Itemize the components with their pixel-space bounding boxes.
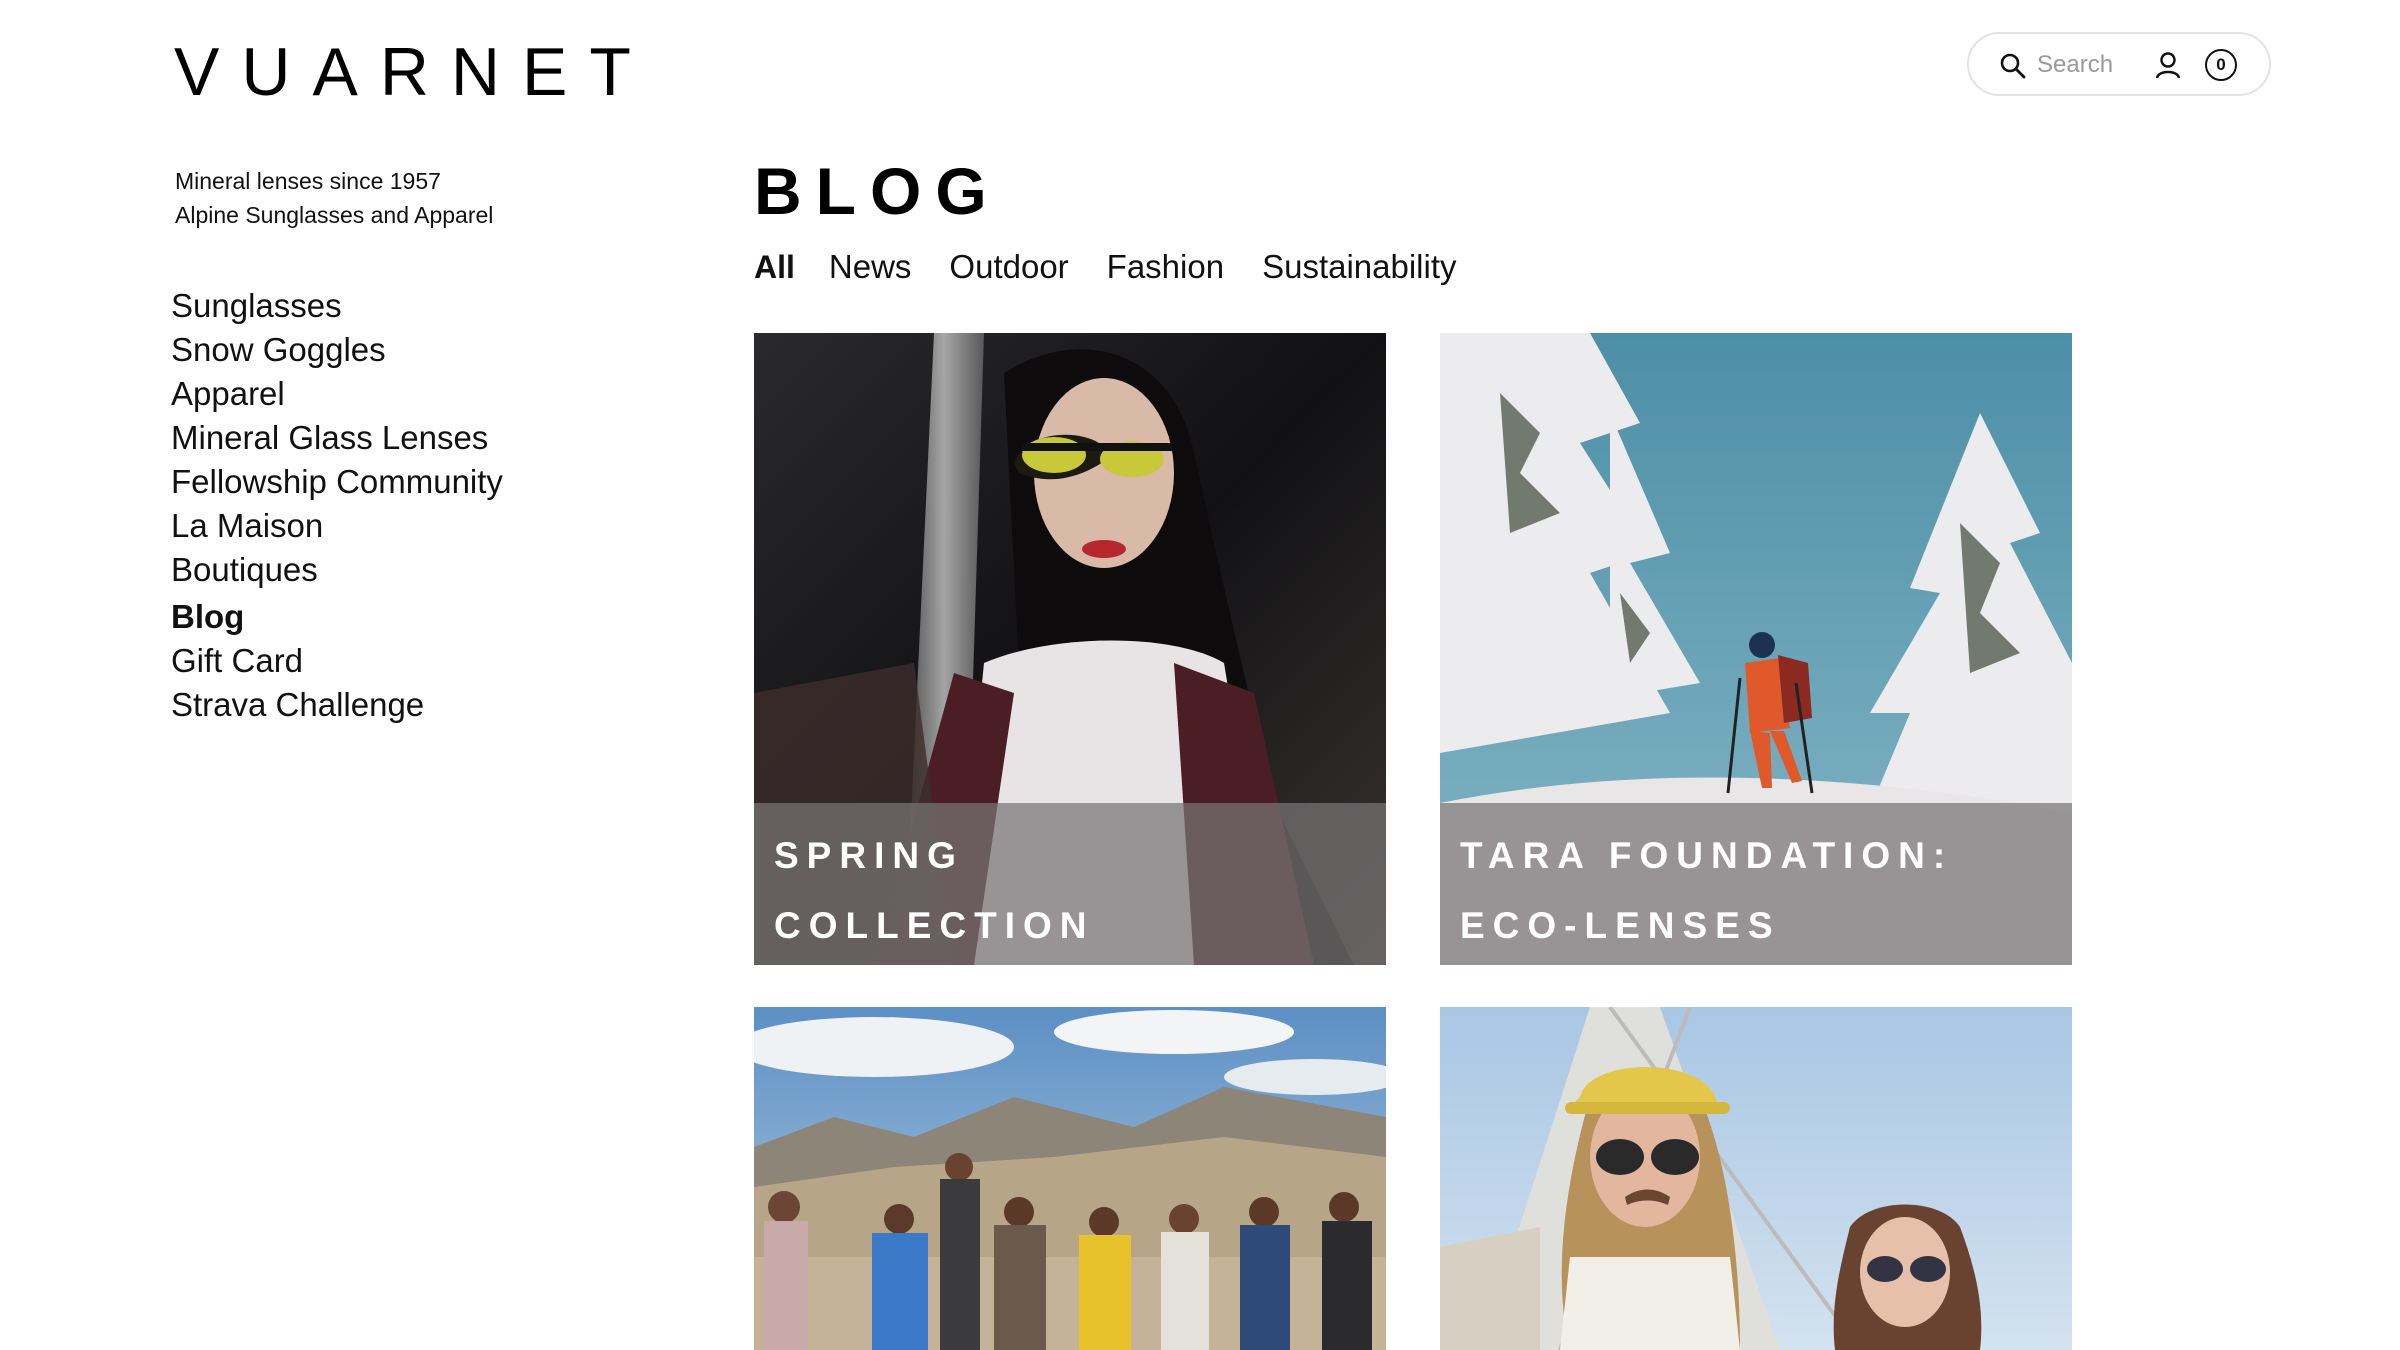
page-title: BLOG <box>754 154 1001 228</box>
sidebar-item-blog[interactable]: Blog <box>171 594 503 640</box>
tagline-line-1: Mineral lenses since 1957 <box>175 168 441 194</box>
blog-card-group-expedition[interactable] <box>754 1007 1386 1350</box>
sidebar-item-apparel[interactable]: Apparel <box>171 372 503 416</box>
sidebar-item-sunglasses[interactable]: Sunglasses <box>171 284 503 328</box>
card-title-line-1: SPRING <box>774 835 964 876</box>
portrait-image <box>1440 1007 2072 1350</box>
sidebar-nav: Sunglasses Snow Goggles Apparel Mineral … <box>171 284 503 727</box>
page: VUARNET 0 Mineral lenses since 1957 Alpi… <box>0 0 2400 1350</box>
sidebar-item-mineral-glass-lenses[interactable]: Mineral Glass Lenses <box>171 416 503 460</box>
card-title-line-2: ECO-LENSES <box>1460 905 1781 946</box>
sidebar-item-boutiques[interactable]: Boutiques <box>171 548 503 592</box>
brand-logo[interactable]: VUARNET <box>174 38 653 106</box>
card-title-line-2: COLLECTION <box>774 905 1095 946</box>
tab-outdoor[interactable]: Outdoor <box>949 248 1068 286</box>
card-title[interactable]: SPRING COLLECTION <box>774 821 1370 961</box>
account-icon[interactable] <box>2153 50 2183 80</box>
blog-card-portrait[interactable] <box>1440 1007 2072 1350</box>
group-expedition-image <box>754 1007 1386 1350</box>
search-icon[interactable] <box>1999 52 2027 80</box>
sidebar-item-la-maison[interactable]: La Maison <box>171 504 503 548</box>
blog-category-tabs: All News Outdoor Fashion Sustainability <box>754 248 1495 286</box>
tagline-line-2: Alpine Sunglasses and Apparel <box>175 202 494 228</box>
card-title[interactable]: TARA FOUNDATION: ECO-LENSES <box>1460 821 2056 961</box>
sidebar-item-snow-goggles[interactable]: Snow Goggles <box>171 328 503 372</box>
cart-count: 0 <box>2216 55 2226 74</box>
tab-news[interactable]: News <box>829 248 912 286</box>
search-input[interactable] <box>2037 48 2147 82</box>
card-title-line-1: TARA FOUNDATION: <box>1460 835 1954 876</box>
sidebar-item-gift-card[interactable]: Gift Card <box>171 639 503 683</box>
blog-card-spring-collection[interactable]: SPRING COLLECTION <box>754 333 1386 965</box>
tab-fashion[interactable]: Fashion <box>1107 248 1224 286</box>
tab-all[interactable]: All <box>754 249 795 286</box>
blog-card-tara-foundation[interactable]: TARA FOUNDATION: ECO-LENSES <box>1440 333 2072 965</box>
sidebar-item-fellowship-community[interactable]: Fellowship Community <box>171 460 503 504</box>
tab-sustainability[interactable]: Sustainability <box>1262 248 1456 286</box>
header-utility-bar: 0 <box>1967 32 2271 96</box>
sidebar-item-strava-challenge[interactable]: Strava Challenge <box>171 683 503 727</box>
tagline: Mineral lenses since 1957 Alpine Sunglas… <box>175 164 493 232</box>
cart-icon[interactable]: 0 <box>2205 49 2237 81</box>
